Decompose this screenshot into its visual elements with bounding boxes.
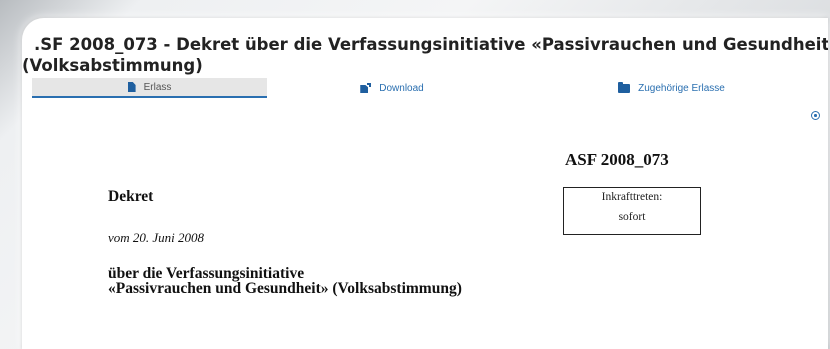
tab-erlass[interactable]: Erlass — [32, 78, 267, 98]
page-title: .SF 2008_073 - Dekret über die Verfassun… — [22, 34, 828, 76]
tab-download[interactable]: Download — [267, 78, 517, 98]
entry-into-force-label: Inkrafttreten: — [601, 191, 663, 203]
entry-into-force-box: Inkrafttreten: sofort — [563, 187, 701, 235]
page-title-line1: .SF 2008_073 - Dekret über die Verfassun… — [34, 35, 828, 54]
file-export-icon — [360, 83, 372, 93]
folder-icon — [618, 81, 631, 93]
tab-bar: Erlass Download Zugehörige Erlasse — [32, 78, 826, 98]
document-subject-line2: «Passivrauchen und Gesundheit» (Volksabs… — [108, 280, 462, 297]
view-icon[interactable] — [811, 111, 820, 120]
page-card: .SF 2008_073 - Dekret über die Verfassun… — [22, 18, 828, 349]
document-date: vom 20. Juni 2008 — [108, 230, 205, 245]
document-subject: über die Verfassungsinitiative «Passivra… — [108, 265, 462, 297]
tab-label: Zugehörige Erlasse — [638, 82, 725, 94]
entry-into-force-value: sofort — [618, 211, 646, 223]
tab-label: Download — [379, 82, 424, 94]
tab-label: Erlass — [143, 81, 172, 93]
file-icon — [127, 82, 136, 92]
document-subject-line1: über die Verfassungsinitiative — [108, 265, 305, 282]
page-title-line2: (Volksabstimmung) — [22, 56, 203, 75]
document-number: ASF 2008_073 — [565, 150, 669, 169]
tab-zugehoerige-erlasse[interactable]: Zugehörige Erlasse — [517, 78, 826, 98]
document-kind: Dekret — [108, 188, 154, 205]
